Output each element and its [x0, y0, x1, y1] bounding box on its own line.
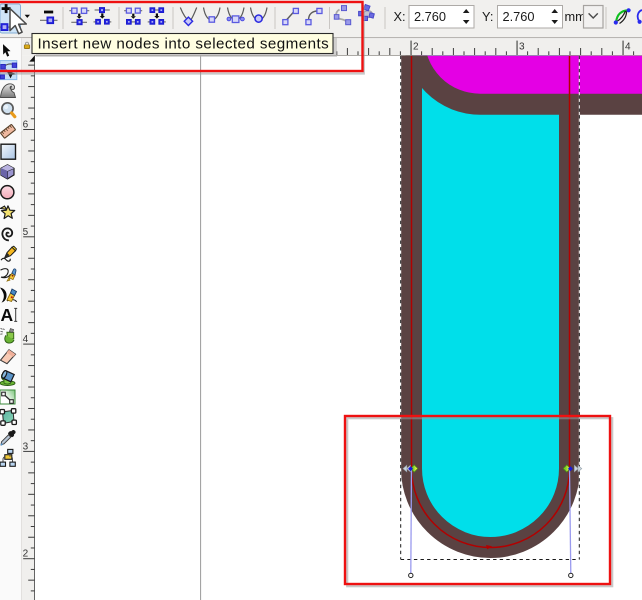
svg-text:2: 2: [23, 549, 29, 560]
svg-text:4: 4: [625, 42, 631, 53]
svg-text:X:: X:: [394, 9, 406, 24]
svg-text:Insert new nodes into selected: Insert new nodes into selected segments: [38, 36, 330, 53]
svg-text:2: 2: [413, 42, 419, 53]
svg-text:mm: mm: [565, 9, 586, 24]
svg-text:6: 6: [23, 120, 29, 131]
svg-text:2.760: 2.760: [414, 9, 446, 24]
svg-text:2.760: 2.760: [503, 9, 535, 24]
svg-text:4: 4: [23, 334, 29, 345]
svg-text:5: 5: [23, 227, 29, 238]
svg-text:A: A: [1, 305, 14, 325]
svg-text:Y:: Y:: [482, 9, 493, 24]
svg-text:3: 3: [519, 42, 525, 53]
svg-text:3: 3: [23, 441, 29, 452]
